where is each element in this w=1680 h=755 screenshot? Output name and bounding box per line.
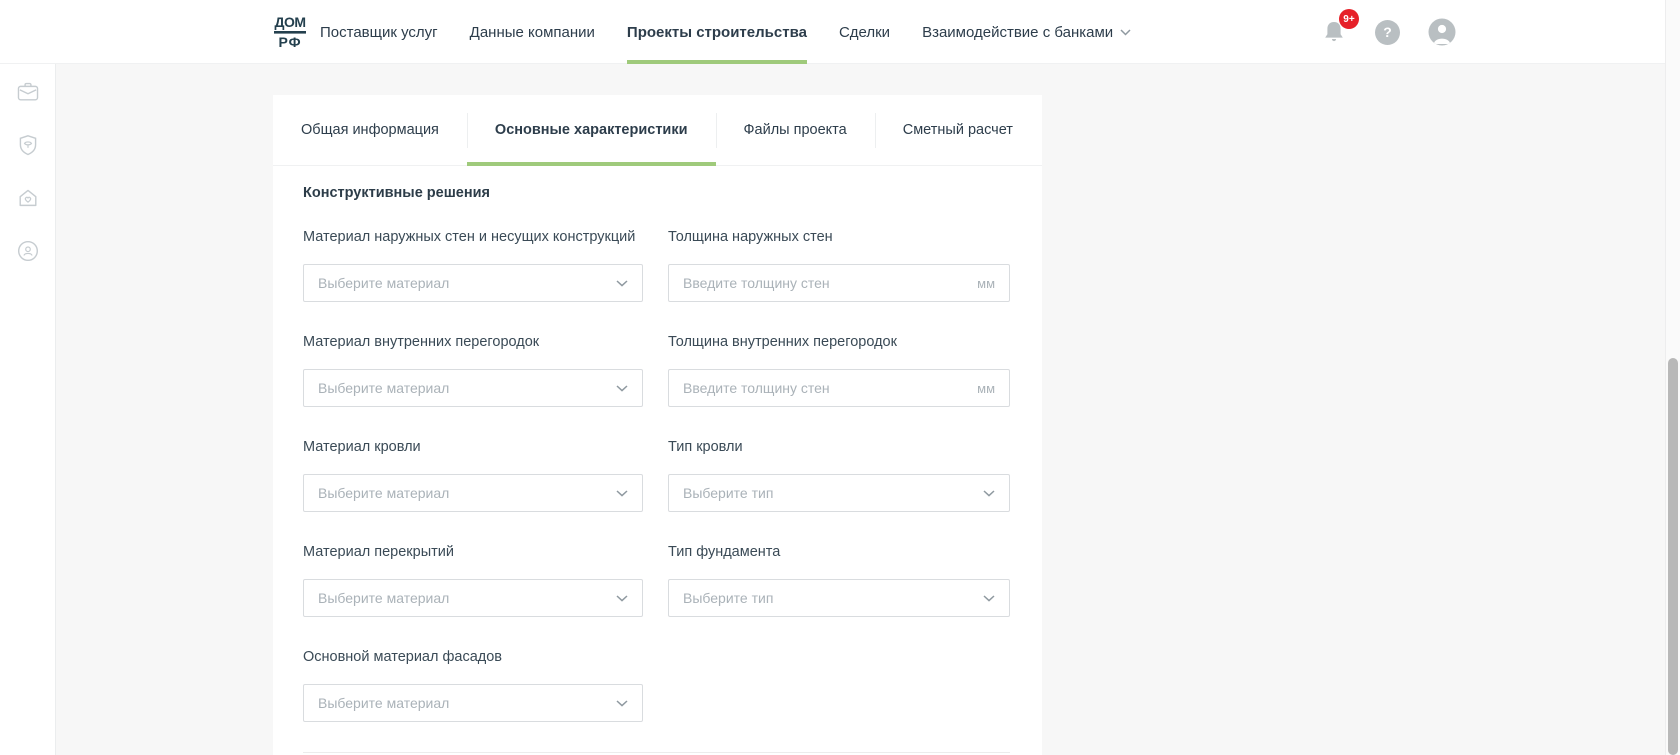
field-label: Толщина наружных стен [668,229,1010,246]
roof-material-select[interactable]: Выберите материал [303,474,643,512]
outer-walls-thickness-box: мм [668,264,1010,302]
field-label: Материал перекрытий [303,544,643,561]
field-label: Материал кровли [303,439,643,456]
field-label: Материал внутренних перегородок [303,334,643,351]
help-button[interactable]: ? [1375,20,1400,45]
header-icons: 9+ ? [1321,0,1456,64]
field-label: Толщина внутренних перегородок [668,334,1010,351]
sidebar-item-projects[interactable] [15,79,41,105]
domrf-logo[interactable]: ДОМ РФ [271,14,309,51]
field-outer-walls-material: Материал наружных стен и несущих констру… [303,229,643,302]
field-outer-walls-thickness: Толщина наружных стен мм [668,229,1010,302]
field-roof-type: Тип кровли Выберите тип [668,439,1010,512]
tab-label: Общая информация [301,122,439,138]
field-roof-material: Материал кровли Выберите материал [303,439,643,512]
outer-walls-thickness-input[interactable] [683,275,969,291]
field-label: Тип кровли [668,439,1010,456]
page-scrollbar-thumb[interactable] [1668,358,1678,755]
nav-item-bank-interaction[interactable]: Взаимодействие с банками [922,0,1131,64]
top-header: ДОМ РФ Поставщик услуг Данные компании П… [0,0,1680,64]
user-circle-icon [15,238,41,264]
nav-item-label: Проекты строительства [627,24,807,41]
sidebar-item-clients[interactable] [15,238,41,264]
tab-label: Файлы проекта [744,122,847,138]
project-tabs: Общая информация Основные характеристики… [273,95,1042,166]
outer-walls-material-select[interactable]: Выберите материал [303,264,643,302]
nav-item-deals[interactable]: Сделки [839,0,890,64]
field-facade-material: Основной материал фасадов Выберите матер… [303,649,643,722]
nav-item-construction-projects[interactable]: Проекты строительства [627,0,807,64]
chevron-down-icon [616,595,628,602]
page-scrollbar-track[interactable] [1665,0,1680,755]
tab-label: Основные характеристики [495,122,688,138]
partitions-thickness-input[interactable] [683,380,969,396]
nav-item-label: Взаимодействие с банками [922,24,1113,41]
sidebar-item-guarantees[interactable] [15,132,41,158]
shield-icon [15,132,41,158]
nav-item-company-data[interactable]: Данные компании [470,0,595,64]
chevron-down-icon [1120,29,1131,36]
field-label: Тип фундамента [668,544,1010,561]
house-heart-icon [15,185,41,211]
section-title: Конструктивные решения [303,185,490,201]
nav-item-label: Поставщик услуг [320,24,438,41]
chevron-down-icon [983,490,995,497]
nav-item-label: Сделки [839,24,890,41]
svg-text:РФ: РФ [278,34,301,50]
field-foundation-type: Тип фундамента Выберите тип [668,544,1010,617]
nav-item-label: Данные компании [470,24,595,41]
user-avatar-icon [1428,18,1456,46]
field-partitions-thickness: Толщина внутренних перегородок мм [668,334,1010,407]
partitions-material-select[interactable]: Выберите материал [303,369,643,407]
chevron-down-icon [616,280,628,287]
field-floors-material: Материал перекрытий Выберите материал [303,544,643,617]
field-label: Основной материал фасадов [303,649,643,666]
project-characteristics-card: Общая информация Основные характеристики… [273,95,1042,755]
chevron-down-icon [616,385,628,392]
field-label: Материал наружных стен и несущих констру… [303,229,643,246]
section-divider [303,752,1010,753]
tab-general-info[interactable]: Общая информация [273,95,467,165]
sidebar-item-housing[interactable] [15,185,41,211]
profile-button[interactable] [1428,18,1456,46]
facade-material-select[interactable]: Выберите материал [303,684,643,722]
chevron-down-icon [616,490,628,497]
notifications-button[interactable]: 9+ [1321,18,1347,46]
question-mark-icon: ? [1375,20,1400,45]
partitions-thickness-box: мм [668,369,1010,407]
briefcase-icon [15,79,41,105]
foundation-type-select[interactable]: Выберите тип [668,579,1010,617]
svg-text:ДОМ: ДОМ [274,14,305,30]
left-sidebar [0,64,56,755]
main-nav: Поставщик услуг Данные компании Проекты … [320,0,1131,64]
tab-estimate[interactable]: Сметный расчет [875,95,1041,165]
nav-item-service-provider[interactable]: Поставщик услуг [320,0,438,64]
chevron-down-icon [616,700,628,707]
tab-main-characteristics[interactable]: Основные характеристики [467,95,716,165]
floors-material-select[interactable]: Выберите материал [303,579,643,617]
domrf-logo-icon: ДОМ РФ [271,14,309,51]
chevron-down-icon [983,595,995,602]
unit-suffix: мм [977,276,995,291]
field-partitions-material: Материал внутренних перегородок Выберите… [303,334,643,407]
tab-project-files[interactable]: Файлы проекта [716,95,875,165]
notification-badge: 9+ [1339,9,1359,29]
unit-suffix: мм [977,381,995,396]
roof-type-select[interactable]: Выберите тип [668,474,1010,512]
tab-label: Сметный расчет [903,122,1013,138]
